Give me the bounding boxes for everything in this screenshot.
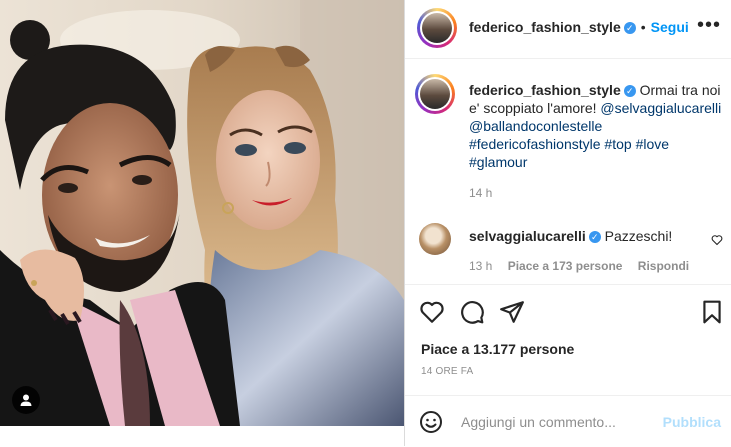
share-send-icon[interactable] [499,299,525,325]
avatar-image [422,13,452,43]
comment-text: Pazzeschi! [604,228,673,244]
author-username[interactable]: federico_fashion_style [469,19,621,35]
mention-link[interactable]: @ballandoconlestelle [469,118,602,134]
post-photo[interactable] [0,0,404,426]
mention-link[interactable]: @selvaggialucarelli [600,100,721,116]
follow-button[interactable]: Segui [651,19,689,35]
like-heart-icon[interactable] [419,299,445,325]
verified-badge-icon: ✓ [623,22,636,35]
post-actions [405,284,731,337]
more-options-icon[interactable]: ••• [697,15,721,40]
hashtag-link[interactable]: #top [604,136,631,152]
emoji-icon[interactable] [419,410,443,434]
post-image [0,0,404,426]
caption-author-avatar[interactable] [415,74,455,114]
hashtag-link[interactable]: #glamour [469,154,527,170]
comment-likes[interactable]: Piace a 173 persone [508,259,623,273]
caption-username[interactable]: federico_fashion_style [469,82,621,98]
hashtag-link[interactable]: #federicofashionstyle [469,136,601,152]
commenter-avatar[interactable] [419,223,451,255]
add-comment-bar: Pubblica [405,395,731,447]
caption-time: 14 h [469,186,493,200]
avatar-border [418,77,452,111]
avatar-image [420,79,450,109]
person-icon [20,394,32,406]
comment-bubble-icon[interactable] [459,299,485,325]
tagged-people-button[interactable] [12,386,40,414]
header-user-line: federico_fashion_style ✓ • Segui [469,19,689,35]
publish-button[interactable]: Pubblica [663,414,721,430]
save-bookmark-icon[interactable] [699,299,725,325]
verified-badge-icon: ✓ [623,85,636,98]
comment-input[interactable] [459,410,659,434]
comment-meta: 13 h Piace a 173 persone Rispondi [469,259,701,273]
avatar-border [420,11,454,45]
author-avatar[interactable] [417,8,457,48]
comment-like-icon[interactable] [711,233,723,249]
comment: selvaggialucarelli ✓ Pazzeschi! [469,228,672,244]
commenter-username[interactable]: selvaggialucarelli [469,228,586,244]
post-side-panel: federico_fashion_style ✓ • Segui ••• federi… [405,0,731,446]
reply-button[interactable]: Rispondi [638,259,689,273]
post-caption: federico_fashion_style ✓ Ormai tra noi e'… [469,81,725,171]
dot-separator: • [640,19,646,35]
hashtag-link[interactable]: #love [636,136,669,152]
photo-bottom-strip [0,426,404,446]
verified-badge-icon: ✓ [588,231,601,244]
post-likes-count[interactable]: Piace a 13.177 persone [421,341,574,357]
post-time-ago[interactable]: 14 ORE FA [421,366,473,377]
comment-time: 13 h [469,259,493,273]
post-header: federico_fashion_style ✓ • Segui ••• [405,0,731,59]
